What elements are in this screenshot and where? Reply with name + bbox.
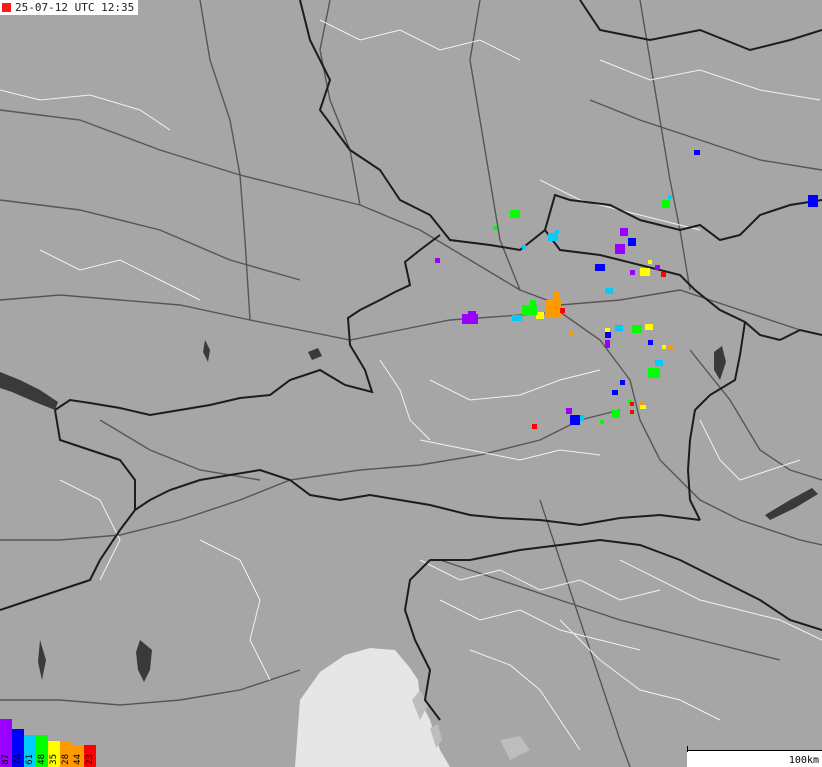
legend-bar-48: 48 (36, 735, 48, 767)
legend-bar-label: 87 (1, 754, 11, 765)
lightning-map[interactable] (0, 0, 822, 767)
land-background (0, 0, 822, 767)
legend-bar-87: 87 (0, 719, 12, 767)
legend-bar-label: 61 (25, 754, 35, 765)
strike-age-legend: 87 74 61 48 35 28 44 23 (0, 719, 96, 767)
legend-bar-label: 35 (49, 754, 59, 765)
legend-bar-28: 28 (60, 741, 72, 767)
scale-bar-tick (687, 746, 688, 752)
legend-bar-61: 61 (24, 735, 36, 767)
legend-bar-44: 44 (72, 745, 84, 767)
scale-bar-label: 100km (788, 755, 819, 766)
legend-bar-74: 74 (12, 729, 24, 767)
legend-bar-label: 48 (37, 754, 47, 765)
legend-bar-label: 44 (73, 754, 83, 765)
timestamp-marker-icon (2, 3, 11, 12)
scale-bar: 100km (687, 746, 822, 767)
legend-bar-35: 35 (48, 741, 60, 767)
legend-bar-label: 74 (13, 754, 23, 765)
timestamp-label: 25-07-12 UTC 12:35 (0, 0, 139, 15)
legend-bar-label: 23 (85, 754, 95, 765)
legend-bar-label: 28 (61, 754, 71, 765)
legend-bar-23: 23 (84, 745, 96, 767)
timestamp-text: 25-07-12 UTC 12:35 (15, 1, 135, 14)
